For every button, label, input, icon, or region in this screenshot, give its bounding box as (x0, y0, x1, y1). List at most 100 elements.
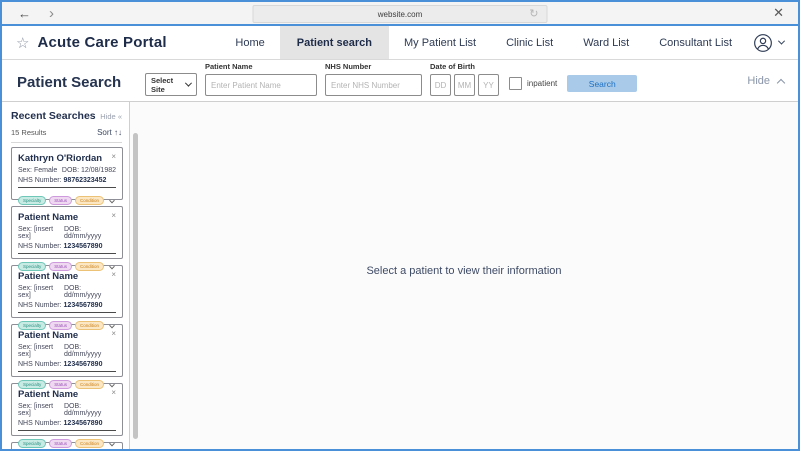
patient-tag: Status (49, 261, 73, 271)
recent-searches-header: Recent Searches Hide « 15 Results Sort ↑… (2, 102, 129, 143)
patient-card[interactable]: Patient Name × Sex: [insert sex] DOB: dd… (11, 324, 123, 389)
dob-day-input[interactable] (430, 74, 451, 96)
nav-item-ward-list[interactable]: Ward List (568, 26, 644, 59)
chevron-down-icon (109, 440, 115, 447)
patient-card[interactable]: Patient Name × Sex: [insert sex] DOB: dd… (11, 383, 123, 448)
patient-nhs-number: NHS Number: 1234567890 (18, 420, 103, 427)
patient-dob: DOB: dd/mm/yyyy (63, 285, 102, 299)
dob-group: Date of Birth (430, 62, 499, 96)
patient-detail-area: Select a patient to view their informati… (130, 102, 798, 449)
patient-sex: Sex: [insert sex] (18, 285, 54, 299)
sort-button[interactable]: Sort ↑↓ (97, 128, 122, 137)
close-icon[interactable]: × (111, 271, 116, 279)
chevron-down-icon (185, 79, 193, 87)
chevron-down-icon (109, 197, 115, 204)
recent-searches-list: Kathryn O'Riordan × Sex: Female DOB: 12/… (2, 143, 129, 449)
patient-tag: Specialty (18, 261, 47, 271)
card-divider (18, 187, 116, 188)
hide-search-panel-toggle[interactable]: Hide (747, 75, 786, 87)
user-avatar-icon[interactable] (753, 33, 773, 53)
hide-sidebar-toggle[interactable]: Hide « (100, 112, 122, 121)
patient-tag: Condition (75, 195, 105, 205)
select-site-dropdown[interactable]: Select Site (145, 73, 197, 96)
nav-item-clinic-list[interactable]: Clinic List (491, 26, 568, 59)
patient-name-label: Patient Name (205, 62, 253, 71)
expand-card-toggle[interactable] (109, 191, 116, 209)
patient-tag: Condition (75, 379, 105, 389)
card-divider (18, 371, 116, 372)
nav-item-patient-search[interactable]: Patient search (279, 26, 389, 59)
patient-nhs-number: NHS Number: 98762323452 (18, 177, 107, 184)
patient-nhs-number: NHS Number: 1234567890 (18, 361, 103, 368)
nav-item-my-patient-list[interactable]: My Patient List (389, 26, 491, 59)
nhs-number-input[interactable] (325, 74, 422, 96)
address-bar[interactable]: website.com ↻ (252, 5, 548, 23)
user-area (747, 26, 798, 59)
chevron-down-icon (109, 381, 115, 388)
patient-sex: Sex: [insert sex] (18, 226, 54, 240)
chevron-down-icon (109, 322, 115, 329)
close-icon[interactable]: ✕ (773, 5, 784, 21)
patient-name: Patient Name (18, 448, 78, 449)
patient-card[interactable]: Patient Name × Sex: [insert sex] DOB: dd… (11, 265, 123, 330)
refresh-icon[interactable]: ↻ (529, 7, 538, 20)
patient-card[interactable]: Patient Name × Sex: [insert sex] DOB: dd… (11, 206, 123, 271)
browser-chrome: ← › website.com ↻ ✕ (2, 2, 798, 26)
close-icon[interactable]: × (111, 212, 116, 220)
hide-label: Hide (747, 75, 770, 87)
patient-dob: DOB: 12/08/1982 (61, 167, 116, 174)
patient-sex: Sex: [insert sex] (18, 403, 54, 417)
patient-tag: Condition (75, 261, 105, 271)
patient-dob: DOB: dd/mm/yyyy (63, 344, 102, 358)
inpatient-checkbox[interactable] (509, 77, 522, 90)
chevron-down-icon[interactable] (777, 37, 786, 45)
dob-year-input[interactable] (478, 74, 499, 96)
patient-tag: Status (49, 195, 73, 205)
brand: ☆ Acute Care Portal (2, 26, 167, 59)
search-button[interactable]: Search (567, 75, 638, 92)
patient-tag: Specialty (18, 320, 47, 330)
close-icon[interactable]: × (111, 448, 116, 450)
recent-searches-panel: Recent Searches Hide « 15 Results Sort ↑… (2, 102, 130, 449)
close-icon[interactable]: × (111, 153, 116, 161)
nhs-number-group: NHS Number (325, 62, 422, 96)
inpatient-filter: inpatient (509, 77, 557, 90)
empty-state-message: Select a patient to view their informati… (366, 264, 562, 277)
back-icon[interactable]: ← (18, 7, 31, 20)
patient-name-input[interactable] (205, 74, 317, 96)
patient-sex: Sex: Female (18, 167, 58, 174)
patient-sex: Sex: [insert sex] (18, 344, 54, 358)
url-text: website.com (377, 9, 423, 19)
patient-card[interactable]: Kathryn O'Riordan × Sex: Female DOB: 12/… (11, 147, 123, 205)
patient-nhs-number: NHS Number: 1234567890 (18, 302, 103, 309)
patient-name-group: Patient Name (205, 62, 317, 96)
sidebar-scrollbar[interactable] (133, 133, 138, 439)
patient-dob: DOB: dd/mm/yyyy (63, 226, 102, 240)
app-header: ☆ Acute Care Portal Home Patient search My… (2, 26, 798, 60)
patient-name: Kathryn O'Riordan (18, 153, 103, 164)
close-icon[interactable]: × (111, 330, 116, 338)
page-title: Patient Search (17, 74, 122, 91)
nav-item-home[interactable]: Home (220, 26, 279, 59)
card-divider (18, 253, 116, 254)
patient-name: Patient Name (18, 389, 79, 400)
patient-tag: Status (49, 438, 73, 448)
card-divider (18, 430, 116, 431)
patient-tag: Specialty (18, 438, 47, 448)
sort-arrows-icon: ↑↓ (114, 128, 122, 137)
results-count: 15 Results (11, 128, 47, 137)
close-icon[interactable]: × (111, 389, 116, 397)
chevron-up-icon (776, 78, 786, 87)
patient-name: Patient Name (18, 330, 79, 341)
inpatient-label: inpatient (527, 79, 558, 88)
patient-tag: Condition (75, 320, 105, 330)
star-icon[interactable]: ☆ (16, 34, 29, 52)
nav-item-consultant-list[interactable]: Consultant List (644, 26, 747, 59)
forward-icon[interactable]: › (49, 6, 54, 21)
patient-name: Patient Name (18, 271, 79, 282)
chevron-down-icon (109, 263, 115, 270)
browser-window: ← › website.com ↻ ✕ ☆ Acute Care Portal … (0, 0, 800, 451)
dob-month-input[interactable] (454, 74, 475, 96)
app-title: Acute Care Portal (37, 34, 167, 51)
patient-nhs-number: NHS Number: 1234567890 (18, 243, 103, 250)
